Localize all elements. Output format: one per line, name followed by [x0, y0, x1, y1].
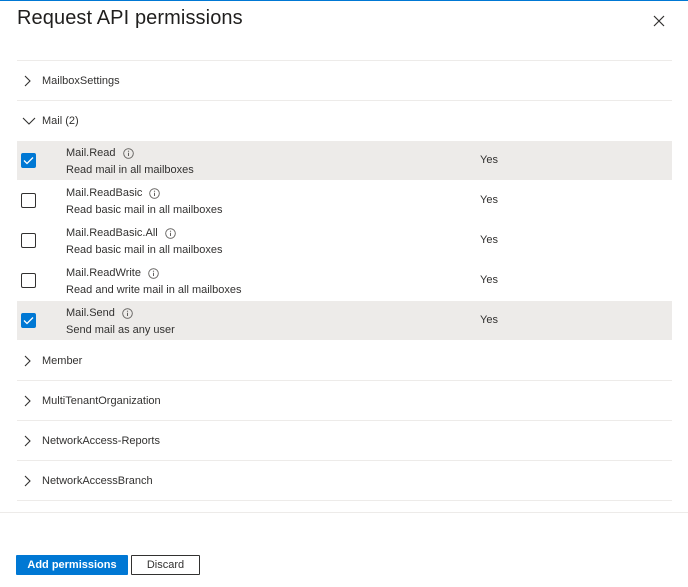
- permission-row-mail-read[interactable]: Mail.Read Read mail in all mailboxes Yes: [17, 141, 672, 181]
- info-icon[interactable]: [122, 307, 133, 319]
- group-mailboxsettings[interactable]: MailboxSettings: [17, 61, 672, 101]
- admin-consent-value: Yes: [480, 154, 498, 166]
- group-networkaccess-reports[interactable]: NetworkAccess-Reports: [17, 421, 672, 461]
- permission-description: Read and write mail in all mailboxes: [66, 284, 242, 296]
- permissions-list: MailboxSettings Mail (2) Mail.Read Read …: [17, 60, 672, 501]
- group-label: NetworkAccessBranch: [42, 474, 153, 487]
- permission-description: Read mail in all mailboxes: [66, 164, 194, 176]
- chevron-down-icon: [17, 101, 42, 141]
- admin-consent-value: Yes: [480, 194, 498, 206]
- permission-checkbox[interactable]: [21, 193, 36, 208]
- permission-description: Read basic mail in all mailboxes: [66, 204, 223, 216]
- admin-consent-value: Yes: [480, 274, 498, 286]
- chevron-right-icon: [17, 421, 42, 461]
- group-label: Member: [42, 354, 83, 367]
- discard-button[interactable]: Discard: [131, 555, 200, 575]
- permission-row-mail-send[interactable]: Mail.Send Send mail as any user Yes: [17, 301, 672, 341]
- permission-name: Mail.Read: [66, 147, 116, 159]
- permission-row-mail-readwrite[interactable]: Mail.ReadWrite Read and write mail in al…: [17, 261, 672, 301]
- panel-title: Request API permissions: [17, 7, 243, 29]
- info-icon[interactable]: [149, 187, 161, 199]
- chevron-right-icon: [17, 61, 42, 101]
- info-icon[interactable]: [148, 267, 159, 279]
- permission-row-mail-readbasic[interactable]: Mail.ReadBasic Read basic mail in all ma…: [17, 181, 672, 221]
- add-permissions-button[interactable]: Add permissions: [16, 555, 128, 575]
- info-icon[interactable]: [122, 147, 134, 159]
- close-icon: [653, 15, 665, 27]
- info-icon[interactable]: [164, 227, 176, 239]
- group-multitenantorganization[interactable]: MultiTenantOrganization: [17, 381, 672, 421]
- group-label: MailboxSettings: [42, 74, 120, 87]
- permission-description: Read basic mail in all mailboxes: [66, 244, 223, 256]
- group-label: MultiTenantOrganization: [42, 394, 161, 407]
- checkmark-icon: [23, 157, 34, 165]
- permission-description: Send mail as any user: [66, 324, 175, 336]
- group-label: NetworkAccess-Reports: [42, 434, 160, 447]
- group-networkaccessbranch[interactable]: NetworkAccessBranch: [17, 461, 672, 501]
- footer-divider: [0, 512, 688, 513]
- admin-consent-value: Yes: [480, 234, 498, 246]
- group-member[interactable]: Member: [17, 341, 672, 381]
- group-mail[interactable]: Mail (2): [17, 101, 672, 141]
- permission-name: Mail.ReadBasic: [66, 187, 143, 199]
- admin-consent-value: Yes: [480, 314, 498, 326]
- permission-checkbox[interactable]: [21, 153, 36, 168]
- permission-name: Mail.Send: [66, 307, 115, 319]
- close-button[interactable]: [648, 10, 670, 32]
- permission-row-mail-readbasic-all[interactable]: Mail.ReadBasic.All Read basic mail in al…: [17, 221, 672, 261]
- group-label: Mail (2): [42, 115, 79, 127]
- chevron-right-icon: [17, 381, 42, 421]
- permission-name: Mail.ReadBasic.All: [66, 227, 158, 239]
- chevron-right-icon: [17, 461, 42, 501]
- permission-checkbox[interactable]: [21, 313, 36, 328]
- permission-name: Mail.ReadWrite: [66, 267, 141, 279]
- permission-checkbox[interactable]: [21, 273, 36, 288]
- chevron-right-icon: [17, 341, 42, 381]
- checkmark-icon: [23, 317, 34, 325]
- permission-checkbox[interactable]: [21, 233, 36, 248]
- top-accent-line: [0, 0, 688, 1]
